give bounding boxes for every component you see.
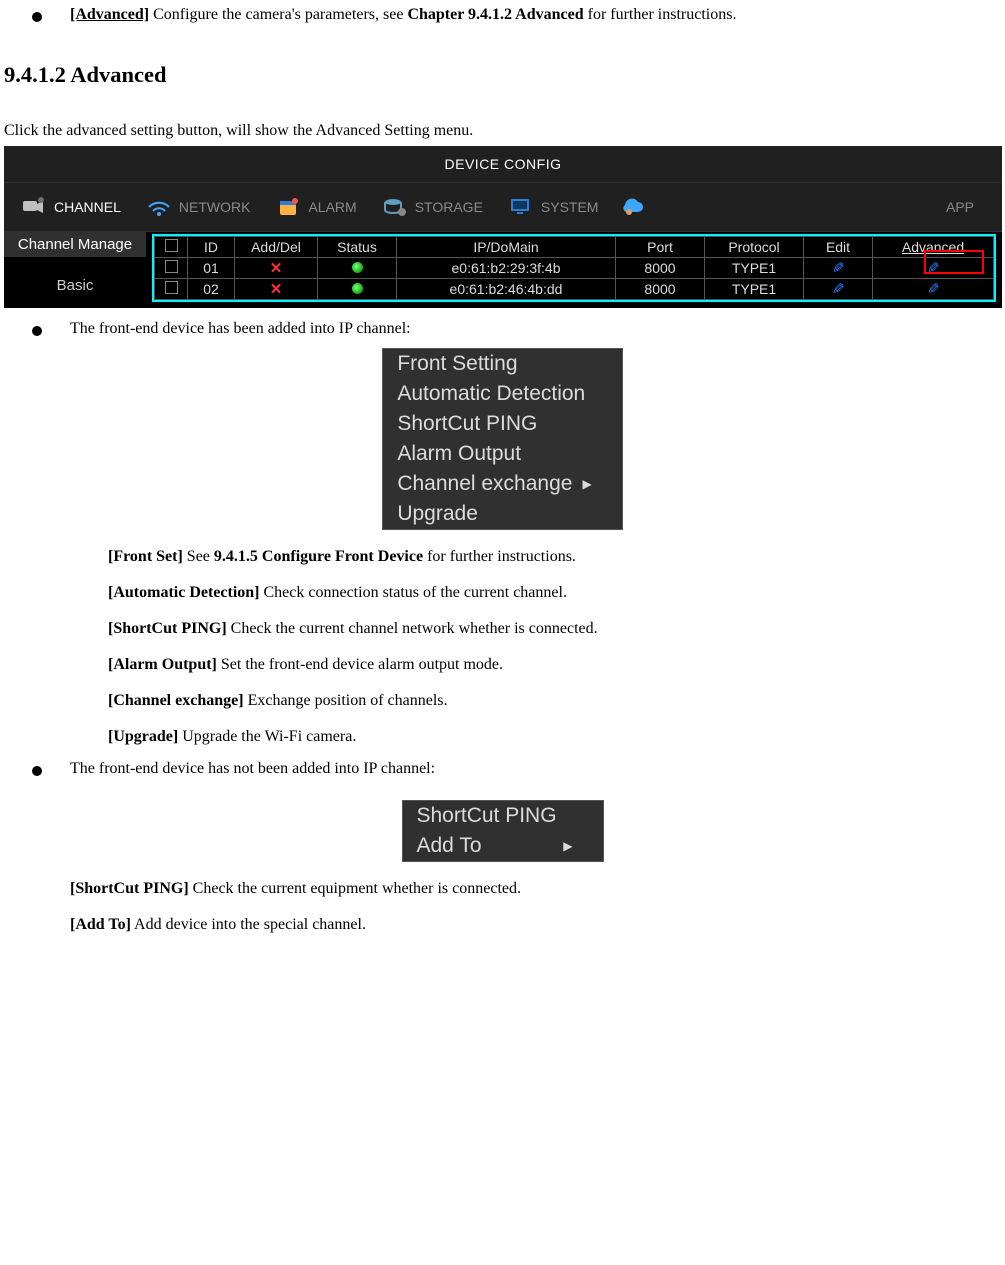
context-menu-added: Front Setting Automatic Detection ShortC…: [382, 348, 622, 530]
intro-line: Click the advanced setting button, will …: [4, 122, 1001, 140]
menu-item-shortcut-ping[interactable]: ShortCut PING: [403, 801, 603, 831]
col-status: Status: [318, 237, 397, 258]
intro-advanced-label: [Advanced]: [70, 6, 149, 23]
menu-item-alarm-output[interactable]: Alarm Output: [383, 439, 621, 469]
col-ipdomain: IP/DoMain: [397, 237, 616, 258]
cloud-user-icon: [618, 194, 646, 220]
cell-ip: e0:61:b2:29:3f:4b: [397, 258, 616, 279]
device-config-sidebar: Channel Manage Basic: [4, 232, 146, 308]
bullet-icon: [32, 326, 42, 336]
menu-item-channel-exchange[interactable]: Channel exchange▶: [383, 469, 621, 499]
wifi-icon: [145, 194, 173, 220]
device-config-title: DEVICE CONFIG: [4, 146, 1002, 182]
section-heading: 9.4.1.2 Advanced: [4, 62, 1001, 88]
sidebar-item-basic[interactable]: Basic: [4, 273, 146, 298]
submenu-arrow-icon: ▶: [582, 470, 591, 498]
submenu-arrow-icon: ▶: [563, 832, 572, 860]
not-added-bullet-text: The front-end device has not been added …: [70, 760, 435, 778]
tab-channel-label: CHANNEL: [54, 199, 121, 215]
monitor-icon: [507, 194, 535, 220]
advanced-highlight-box: [924, 250, 984, 274]
col-edit: Edit: [804, 237, 873, 258]
tab-system-label: SYSTEM: [541, 199, 599, 215]
cell-port: 8000: [616, 279, 705, 300]
desc-alarm-output: [Alarm Output] Set the front-end device …: [4, 656, 1001, 674]
edit-pencil-icon[interactable]: ✎: [832, 259, 845, 277]
added-bullet-text: The front-end device has been added into…: [70, 320, 411, 338]
device-config-screenshot: DEVICE CONFIG CHANNEL NETWORK ALARM STOR…: [4, 146, 1002, 308]
tab-alarm-label: ALARM: [308, 199, 356, 215]
bullet-icon: [32, 12, 42, 22]
status-online-icon: [352, 283, 363, 294]
cell-protocol: TYPE1: [705, 258, 804, 279]
intro-advanced-line: [Advanced] Configure the camera's parame…: [70, 6, 736, 24]
cell-protocol: TYPE1: [705, 279, 804, 300]
tab-app-label: APP: [946, 199, 992, 215]
cell-ip: e0:61:b2:46:4b:dd: [397, 279, 616, 300]
alarm-icon: [274, 194, 302, 220]
camera-gear-icon: [20, 194, 48, 220]
checkbox-all[interactable]: [165, 239, 178, 252]
storage-gear-icon: [381, 194, 409, 220]
cell-id: 02: [188, 279, 235, 300]
tab-storage-label: STORAGE: [415, 199, 483, 215]
desc2-add-to: [Add To] Add device into the special cha…: [4, 916, 1001, 934]
channel-table-header-row: ID Add/Del Status IP/DoMain Port Protoco…: [155, 237, 994, 258]
bullet-icon: [32, 766, 42, 776]
cell-id: 01: [188, 258, 235, 279]
table-row[interactable]: 01 ✕ e0:61:b2:29:3f:4b 8000 TYPE1 ✎ ✎: [155, 258, 994, 279]
desc-upgrade: [Upgrade] Upgrade the Wi-Fi camera.: [4, 728, 1001, 746]
desc-front-set: [Front Set] See 9.4.1.5 Configure Front …: [4, 548, 1001, 566]
menu-item-shortcut-ping[interactable]: ShortCut PING: [383, 409, 621, 439]
device-config-tabs: CHANNEL NETWORK ALARM STORAGE SYSTEM: [4, 182, 1002, 232]
sidebar-item-channel-manage[interactable]: Channel Manage: [4, 232, 146, 257]
desc-auto-detection: [Automatic Detection] Check connection s…: [4, 584, 1001, 602]
desc2-shortcut-ping: [ShortCut PING] Check the current equipm…: [4, 880, 1001, 898]
col-id: ID: [188, 237, 235, 258]
channel-table-highlight: ID Add/Del Status IP/DoMain Port Protoco…: [152, 234, 996, 302]
col-port: Port: [616, 237, 705, 258]
tab-system[interactable]: SYSTEM: [497, 183, 609, 231]
cell-port: 8000: [616, 258, 705, 279]
advanced-pencil-icon[interactable]: ✎: [927, 280, 940, 298]
intro-advanced-ref: Chapter 9.4.1.2 Advanced: [407, 6, 583, 23]
table-row[interactable]: 02 ✕ e0:61:b2:46:4b:dd 8000 TYPE1 ✎ ✎: [155, 279, 994, 300]
col-protocol: Protocol: [705, 237, 804, 258]
tab-storage[interactable]: STORAGE: [371, 183, 493, 231]
row-checkbox[interactable]: [165, 281, 178, 294]
tab-network[interactable]: NETWORK: [135, 183, 261, 231]
col-adddel: Add/Del: [235, 237, 318, 258]
tab-network-label: NETWORK: [179, 199, 251, 215]
delete-x-icon[interactable]: ✕: [270, 281, 283, 298]
menu-item-front-setting[interactable]: Front Setting: [383, 349, 621, 379]
menu-item-automatic-detection[interactable]: Automatic Detection: [383, 379, 621, 409]
desc-shortcut-ping: [ShortCut PING] Check the current channe…: [4, 620, 1001, 638]
desc-channel-exchange: [Channel exchange] Exchange position of …: [4, 692, 1001, 710]
menu-item-upgrade[interactable]: Upgrade: [383, 499, 621, 529]
status-online-icon: [352, 262, 363, 273]
delete-x-icon[interactable]: ✕: [270, 260, 283, 277]
channel-table: ID Add/Del Status IP/DoMain Port Protoco…: [154, 236, 994, 300]
edit-pencil-icon[interactable]: ✎: [832, 280, 845, 298]
tab-channel[interactable]: CHANNEL: [10, 183, 131, 231]
menu-item-add-to[interactable]: Add To▶: [403, 831, 603, 861]
row-checkbox[interactable]: [165, 260, 178, 273]
tab-alarm[interactable]: ALARM: [264, 183, 366, 231]
context-menu-not-added: ShortCut PING Add To▶: [402, 800, 604, 862]
tab-app[interactable]: APP: [612, 183, 1002, 231]
